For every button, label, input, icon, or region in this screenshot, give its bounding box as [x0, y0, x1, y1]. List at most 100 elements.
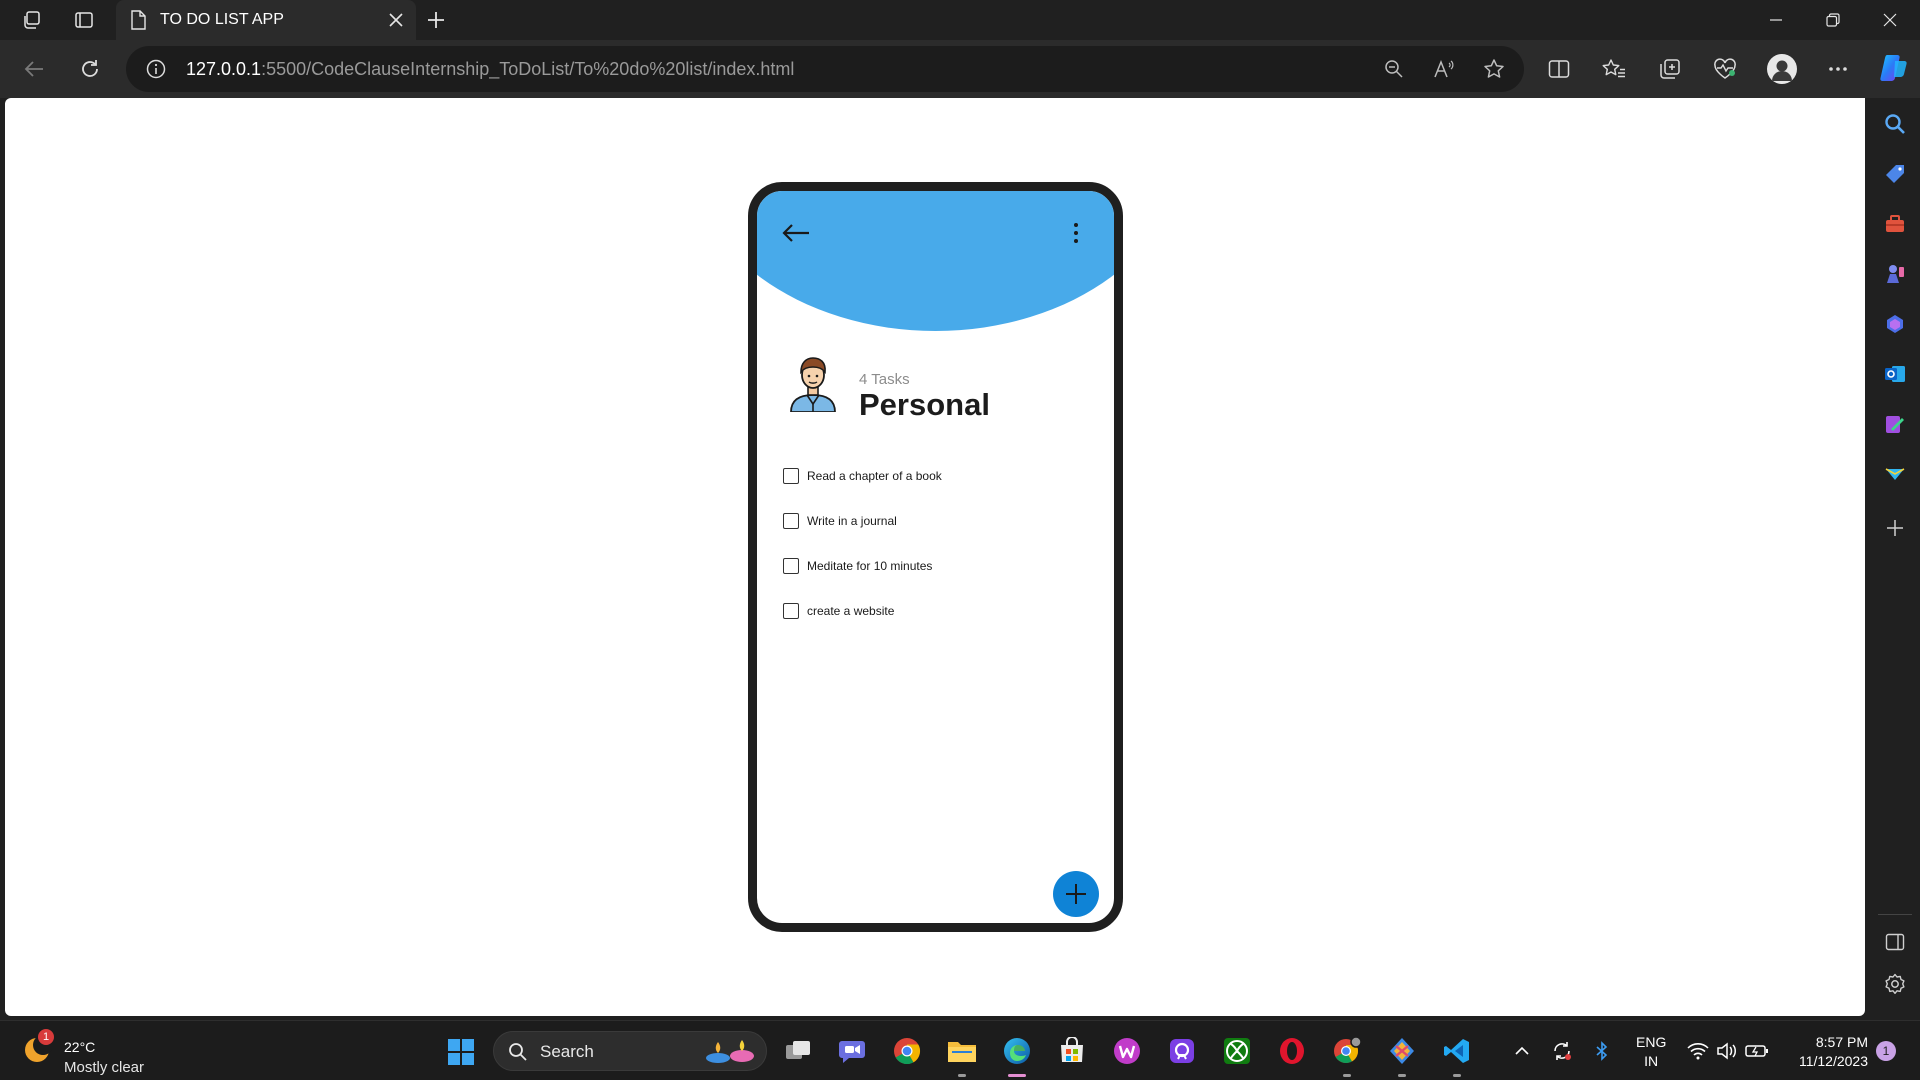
read-aloud-icon[interactable] — [1432, 57, 1456, 81]
time-text: 8:57 PM — [1815, 1034, 1868, 1050]
back-icon[interactable] — [20, 55, 48, 83]
start-icon[interactable] — [447, 1038, 475, 1066]
task-item[interactable]: Read a chapter of a book — [783, 453, 1083, 498]
close-icon[interactable] — [376, 0, 416, 40]
more-options-icon[interactable] — [1072, 221, 1080, 245]
avatar — [790, 357, 836, 412]
search-icon[interactable] — [1883, 112, 1907, 136]
volume-icon[interactable] — [1715, 1039, 1739, 1063]
task-label: Write in a journal — [807, 513, 897, 528]
weather-condition: Mostly clear — [64, 1059, 145, 1076]
snipping-tool-icon[interactable] — [1386, 1035, 1418, 1077]
microsoft-store-icon[interactable] — [1056, 1035, 1088, 1067]
drop-icon[interactable] — [1883, 462, 1907, 486]
task-checkbox[interactable] — [783, 602, 799, 619]
minimize-icon[interactable] — [1748, 0, 1804, 40]
bing-icon[interactable] — [1883, 312, 1907, 336]
url-text[interactable]: 127.0.0.1:5500/CodeClauseInternship_ToDo… — [186, 59, 794, 80]
task-label: create a website — [807, 603, 895, 618]
header-background — [757, 191, 1114, 331]
edge-icon[interactable] — [1001, 1035, 1033, 1077]
outlook-icon[interactable] — [1883, 362, 1907, 386]
browser-essentials-icon[interactable] — [1711, 55, 1739, 83]
xbox-icon[interactable] — [1221, 1035, 1253, 1067]
refresh-icon[interactable] — [76, 55, 104, 83]
chrome-profile-icon[interactable] — [1331, 1035, 1363, 1077]
task-view-icon[interactable] — [782, 1035, 814, 1067]
tab-actions-icon[interactable] — [72, 8, 96, 32]
task-item[interactable]: Meditate for 10 minutes — [783, 543, 1083, 588]
date-text: 11/12/2023 — [1798, 1053, 1868, 1069]
vscode-icon[interactable] — [1441, 1035, 1473, 1077]
browser-title-bar: TO DO LIST APP — [0, 0, 1920, 40]
running-indicator — [1453, 1074, 1461, 1077]
search-label: Search — [540, 1042, 594, 1061]
url-path: :5500/CodeClauseInternship_ToDoList/To%2… — [261, 59, 795, 79]
file-explorer-icon[interactable] — [946, 1035, 978, 1077]
language-indicator[interactable]: ENG IN — [1636, 1033, 1666, 1071]
opera-icon[interactable] — [1276, 1035, 1308, 1067]
diwali-lamp-icon — [706, 1040, 754, 1063]
teams-chat-icon[interactable] — [836, 1035, 868, 1067]
sync-icon[interactable] — [1550, 1039, 1574, 1063]
language-code: ENG — [1636, 1034, 1667, 1050]
address-bar[interactable]: 127.0.0.1:5500/CodeClauseInternship_ToDo… — [126, 46, 1524, 92]
task-count: 4 Tasks — [859, 371, 910, 388]
show-hidden-icons-icon[interactable] — [1510, 1039, 1534, 1063]
browser-toolbar: 127.0.0.1:5500/CodeClauseInternship_ToDo… — [0, 40, 1920, 98]
profile-icon[interactable] — [1767, 54, 1797, 84]
running-indicator — [1398, 1074, 1406, 1077]
games-icon[interactable] — [1883, 262, 1907, 286]
phone-frame: 4 Tasks Personal Read a chapter of a boo… — [748, 182, 1123, 932]
taskbar-search[interactable]: Search — [493, 1031, 767, 1071]
add-task-button[interactable] — [1053, 871, 1099, 917]
edge-sidebar — [1870, 98, 1920, 1016]
task-item[interactable]: Write in a journal — [783, 498, 1083, 543]
weather-badge: 1 — [38, 1029, 54, 1045]
wifi-icon[interactable] — [1686, 1039, 1710, 1063]
collections-icon[interactable] — [1656, 55, 1684, 83]
more-icon[interactable] — [1824, 55, 1852, 83]
chrome-icon[interactable] — [891, 1035, 923, 1067]
add-icon[interactable] — [1883, 516, 1907, 540]
page-icon — [131, 10, 146, 30]
settings-icon[interactable] — [1883, 972, 1907, 996]
task-item[interactable]: create a website — [783, 588, 1083, 633]
tools-icon[interactable] — [1883, 212, 1907, 236]
back-arrow-icon[interactable] — [781, 221, 811, 245]
task-list: Read a chapter of a book Write in a jour… — [783, 453, 1083, 633]
active-tab[interactable]: TO DO LIST APP — [116, 0, 416, 40]
shopping-tag-icon[interactable] — [1883, 162, 1907, 186]
workspaces-icon[interactable] — [20, 8, 44, 32]
notification-badge[interactable]: 1 — [1876, 1041, 1896, 1061]
clock[interactable]: 8:57 PM 11/12/2023 — [1786, 1033, 1868, 1071]
page-viewport: 4 Tasks Personal Read a chapter of a boo… — [5, 98, 1865, 1016]
plus-icon — [1066, 884, 1086, 904]
restore-icon[interactable] — [1805, 0, 1861, 40]
split-screen-icon[interactable] — [1545, 55, 1573, 83]
battery-icon[interactable] — [1745, 1039, 1769, 1063]
info-icon[interactable] — [146, 59, 166, 79]
zoom-out-icon[interactable] — [1382, 57, 1406, 81]
new-tab-icon[interactable] — [422, 6, 450, 34]
wps-office-icon[interactable] — [1111, 1035, 1143, 1067]
weather-temperature: 22°C — [64, 1039, 96, 1055]
windows-taskbar: 1 22°C Mostly clear Search ENG IN 8:57 P… — [0, 1020, 1920, 1080]
hide-sidebar-icon[interactable] — [1883, 930, 1907, 954]
close-window-icon[interactable] — [1862, 0, 1918, 40]
bluetooth-icon[interactable] — [1590, 1039, 1614, 1063]
language-region: IN — [1644, 1053, 1659, 1069]
url-host: 127.0.0.1 — [186, 59, 262, 79]
copilot-icon[interactable] — [1878, 52, 1910, 84]
favorite-star-icon[interactable] — [1482, 57, 1506, 81]
tab-title: TO DO LIST APP — [160, 11, 284, 28]
task-checkbox[interactable] — [783, 467, 799, 484]
task-checkbox[interactable] — [783, 557, 799, 574]
search-icon — [509, 1043, 527, 1061]
vpn-app-icon[interactable] — [1166, 1035, 1198, 1067]
task-checkbox[interactable] — [783, 512, 799, 529]
running-indicator — [958, 1074, 966, 1077]
designer-icon[interactable] — [1883, 412, 1907, 436]
running-indicator — [1343, 1074, 1351, 1077]
favorites-icon[interactable] — [1600, 55, 1628, 83]
